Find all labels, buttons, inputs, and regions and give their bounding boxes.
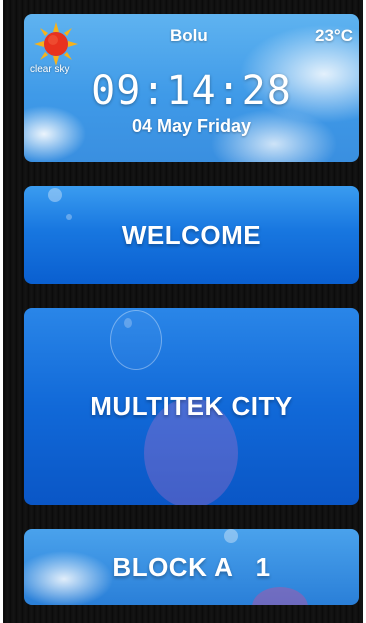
multitek-city-tile[interactable]: MULTITEK CITY — [24, 308, 359, 505]
decorative-bubble — [66, 214, 72, 220]
welcome-tile[interactable]: WELCOME — [24, 186, 359, 284]
sun-icon — [34, 22, 78, 66]
decorative-bubble — [252, 587, 308, 605]
decorative-bubble — [48, 188, 62, 202]
weather-widget[interactable]: clear sky Bolu 23°C 09:14:28 04 May Frid… — [24, 14, 359, 162]
decorative-bubble — [110, 310, 162, 370]
block-a-tile[interactable]: BLOCK A 1 — [24, 529, 359, 605]
multitek-city-label: MULTITEK CITY — [90, 391, 293, 421]
clock-time: 09:14:28 — [91, 68, 292, 114]
decorative-bubble — [224, 529, 238, 543]
clock-date: 04 May Friday — [131, 116, 252, 136]
temperature: 23°C — [315, 26, 353, 45]
decorative-bubble — [124, 318, 132, 328]
city-name: Bolu — [170, 26, 208, 45]
block-a-label: BLOCK A 1 — [112, 551, 271, 582]
welcome-label: WELCOME — [121, 219, 262, 250]
